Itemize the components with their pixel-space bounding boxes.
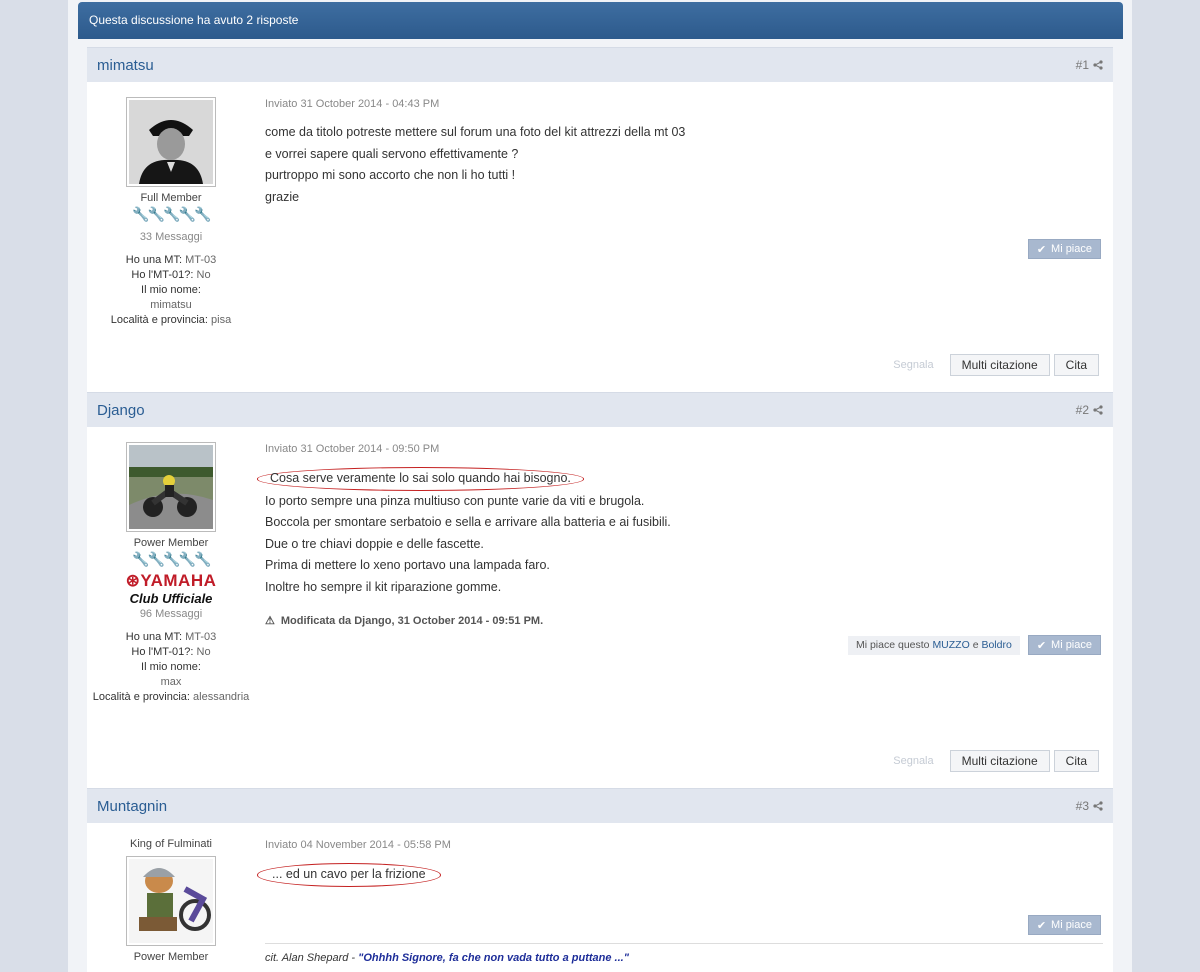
multiquote-button[interactable]: Multi citazione <box>949 354 1050 376</box>
like-row: Mi piace questo MUZZO e Boldro ✔ Mi piace <box>847 635 1101 655</box>
edited-notice: ⚠ Modificata da Django, 31 October 2014 … <box>265 614 544 628</box>
post-number-link[interactable]: #2 <box>1076 403 1103 417</box>
user-info: Ho una MT: MT-03 Ho l'MT-01?: No Il mio … <box>110 254 232 326</box>
likes-info: Mi piace questo MUZZO e Boldro <box>847 635 1020 655</box>
post-number: #2 <box>1075 403 1089 417</box>
post-number: #1 <box>1075 58 1089 72</box>
post-content: Inviato 04 November 2014 - 05:58 PM ... … <box>255 823 1113 972</box>
avatar[interactable] <box>126 442 216 532</box>
replies-banner-text: Questa discussione ha avuto 2 risposte <box>89 13 299 27</box>
post-author-link[interactable]: Muntagnin <box>97 798 167 815</box>
like-button[interactable]: ✔ Mi piace <box>1027 635 1101 655</box>
post-content: Inviato 31 October 2014 - 09:50 PM Cosa … <box>255 427 1113 788</box>
post-date: Inviato 31 October 2014 - 09:50 PM <box>265 443 440 455</box>
user-panel: Power Member 🔧🔧🔧🔧🔧 ⊛YAMAHA Club Ufficial… <box>87 427 255 788</box>
liker-link[interactable]: Boldro <box>981 639 1011 651</box>
post-actions: Segnala Multi citazione Cita <box>893 354 1099 376</box>
yamaha-club-badge: ⊛YAMAHA Club Ufficiale <box>87 571 255 606</box>
user-rank: Power Member <box>133 951 209 963</box>
check-icon: ✔ <box>1036 243 1047 256</box>
quote-button[interactable]: Cita <box>1053 750 1099 772</box>
post: mimatsu #1 Full Member 🔧🔧🔧🔧🔧 33 Messaggi… <box>87 47 1113 392</box>
message-count: 96 Messaggi <box>139 608 203 620</box>
like-row: ✔ Mi piace <box>1027 239 1101 259</box>
quote-button[interactable]: Cita <box>1053 354 1099 376</box>
rank-wrenches-icon: 🔧🔧🔧🔧🔧 <box>132 206 211 222</box>
post: Django #2 Power Member 🔧🔧🔧🔧🔧 ⊛YAMAHA Clu… <box>87 392 1113 788</box>
post-date: Inviato 31 October 2014 - 04:43 PM <box>265 98 440 110</box>
like-button[interactable]: ✔ Mi piace <box>1027 915 1101 935</box>
check-icon: ✔ <box>1036 919 1047 932</box>
post: Muntagnin #3 King of Fulminati Power Mem… <box>87 788 1113 972</box>
post-author-link[interactable]: Django <box>97 402 145 419</box>
avatar[interactable] <box>126 856 216 946</box>
club-label: Club Ufficiale <box>129 591 213 606</box>
user-panel: King of Fulminati Power Member <box>87 823 255 972</box>
post-body: Power Member 🔧🔧🔧🔧🔧 ⊛YAMAHA Club Ufficial… <box>87 427 1113 788</box>
user-rank: Power Member <box>133 537 209 549</box>
post-number-link[interactable]: #1 <box>1076 58 1103 72</box>
report-link[interactable]: Segnala <box>893 755 933 767</box>
share-icon[interactable] <box>1093 801 1103 811</box>
post-list: mimatsu #1 Full Member 🔧🔧🔧🔧🔧 33 Messaggi… <box>87 47 1113 972</box>
like-button[interactable]: ✔ Mi piace <box>1027 239 1101 259</box>
share-icon[interactable] <box>1093 60 1103 70</box>
post-text: ... ed un cavo per la frizione <box>257 863 1103 887</box>
post-number: #3 <box>1075 799 1089 813</box>
post-header: Muntagnin #3 <box>87 788 1113 823</box>
post-number-link[interactable]: #3 <box>1076 799 1103 813</box>
user-panel: Full Member 🔧🔧🔧🔧🔧 33 Messaggi Ho una MT:… <box>87 82 255 392</box>
post-actions: Segnala Multi citazione Cita <box>893 750 1099 772</box>
avatar[interactable] <box>126 97 216 187</box>
circled-text: Cosa serve veramente lo sai solo quando … <box>257 467 584 491</box>
post-date: Inviato 04 November 2014 - 05:58 PM <box>265 839 451 851</box>
post-text: come da titolo potreste mettere sul foru… <box>265 125 686 204</box>
user-rank: Full Member <box>140 192 202 204</box>
message-count: 33 Messaggi <box>139 231 203 243</box>
post-body: King of Fulminati Power Member Inviato 0… <box>87 823 1113 972</box>
rank-wrenches-icon: 🔧🔧🔧🔧🔧 <box>132 551 211 567</box>
report-link[interactable]: Segnala <box>893 359 933 371</box>
warning-icon: ⚠ <box>265 615 275 627</box>
yamaha-logo: ⊛YAMAHA <box>125 571 217 590</box>
replies-banner: Questa discussione ha avuto 2 risposte <box>78 2 1123 39</box>
check-icon: ✔ <box>1036 639 1047 652</box>
like-row: ✔ Mi piace <box>1027 915 1101 935</box>
multiquote-button[interactable]: Multi citazione <box>949 750 1050 772</box>
liker-link[interactable]: MUZZO <box>932 639 969 651</box>
post-author-link[interactable]: mimatsu <box>97 57 154 74</box>
post-text: Cosa serve veramente lo sai solo quando … <box>257 467 1103 598</box>
user-info: Ho una MT: MT-03 Ho l'MT-01?: No Il mio … <box>92 631 250 703</box>
post-header: mimatsu #1 <box>87 47 1113 82</box>
post-body: Full Member 🔧🔧🔧🔧🔧 33 Messaggi Ho una MT:… <box>87 82 1113 392</box>
post-header: Django #2 <box>87 392 1113 427</box>
share-icon[interactable] <box>1093 405 1103 415</box>
signature: cit. Alan Shepard - "Ohhhh Signore, fa c… <box>265 943 1103 964</box>
post-content: Inviato 31 October 2014 - 04:43 PM come … <box>255 82 1113 392</box>
user-title: King of Fulminati <box>130 838 212 850</box>
circled-text: ... ed un cavo per la frizione <box>257 863 441 887</box>
